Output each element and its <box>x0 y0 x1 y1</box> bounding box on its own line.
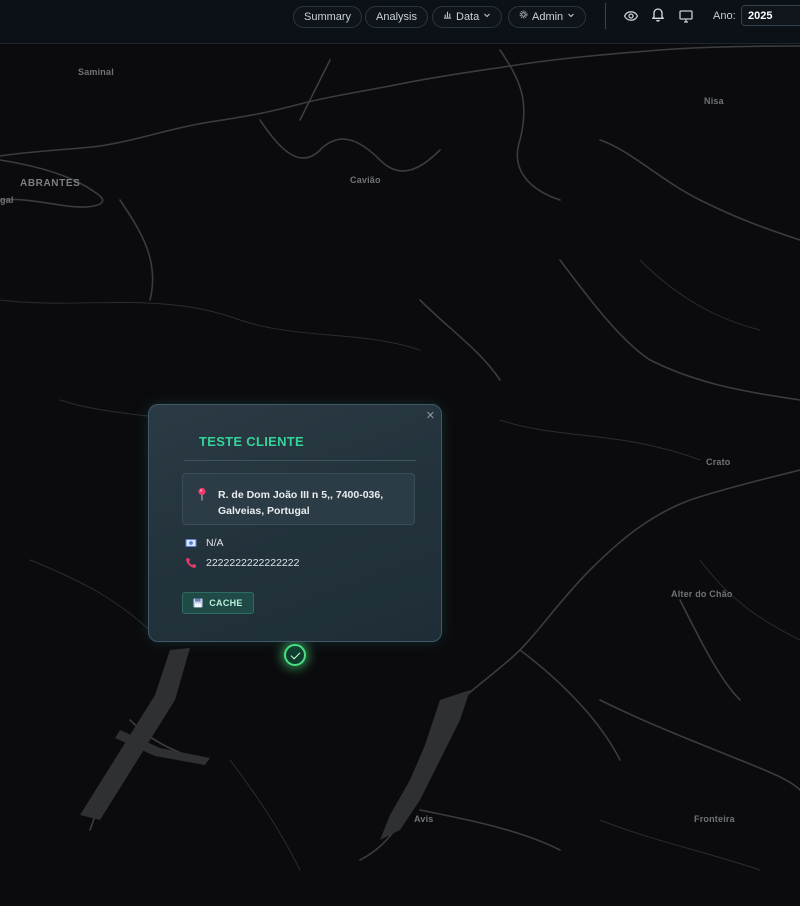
close-icon[interactable]: ✕ <box>426 409 435 422</box>
map-label-avis: Avis <box>414 814 434 824</box>
data-dropdown-button[interactable]: Data <box>432 6 503 28</box>
monitor-icon[interactable] <box>678 8 694 24</box>
popup-divider <box>184 460 416 461</box>
bar-chart-icon <box>443 7 452 27</box>
map-label-alter-do-chao: Alter do Chão <box>671 589 733 599</box>
map-label-fronteira: Fronteira <box>694 814 735 824</box>
cache-button-label: CACHE <box>209 598 243 608</box>
floppy-disk-icon <box>193 598 203 608</box>
year-select[interactable]: 2025 <box>741 5 800 26</box>
map-label-saminal: Saminal <box>78 67 114 77</box>
eye-icon[interactable] <box>623 8 639 24</box>
map-label-nisa: Nisa <box>704 96 724 106</box>
toolbar-divider <box>605 3 606 29</box>
top-navigation-bar: Summary Analysis Data Admin Ano: 2025 <box>0 0 800 44</box>
bell-icon[interactable] <box>650 6 666 22</box>
map-label-gal: gal <box>0 195 14 205</box>
analysis-nav-button[interactable]: Analysis <box>365 6 428 28</box>
client-id-row: N/A <box>185 537 224 549</box>
client-phone-row: 2222222222222222 <box>185 557 299 569</box>
gear-icon <box>519 7 528 27</box>
id-card-icon <box>185 539 197 547</box>
chevron-down-icon <box>567 7 575 27</box>
map-label-crato: Crato <box>706 457 731 467</box>
map-label-caviao: Cavião <box>350 175 381 185</box>
client-name-title: TESTE CLIENTE <box>199 434 305 449</box>
chevron-down-icon <box>483 7 491 27</box>
client-info-popup: ✕ TESTE CLIENTE R. de Dom João III n 5,,… <box>148 404 442 642</box>
client-id-value: N/A <box>206 537 224 549</box>
map-label-abrantes: ABRANTES <box>20 178 81 189</box>
phone-icon <box>186 558 196 568</box>
year-label: Ano: <box>713 10 736 22</box>
client-location-marker[interactable] <box>284 644 306 666</box>
admin-label: Admin <box>532 11 564 23</box>
client-address: R. de Dom João III n 5,, 7400-036, Galve… <box>218 489 384 517</box>
analysis-label: Analysis <box>376 11 417 23</box>
summary-label: Summary <box>304 11 352 23</box>
admin-dropdown-button[interactable]: Admin <box>508 6 587 28</box>
summary-nav-button[interactable]: Summary <box>293 6 363 28</box>
map-pin-icon <box>198 487 206 501</box>
client-phone-value: 2222222222222222 <box>206 557 300 569</box>
address-box: R. de Dom João III n 5,, 7400-036, Galve… <box>182 473 415 525</box>
data-label: Data <box>456 11 480 23</box>
cache-button[interactable]: CACHE <box>182 592 254 614</box>
